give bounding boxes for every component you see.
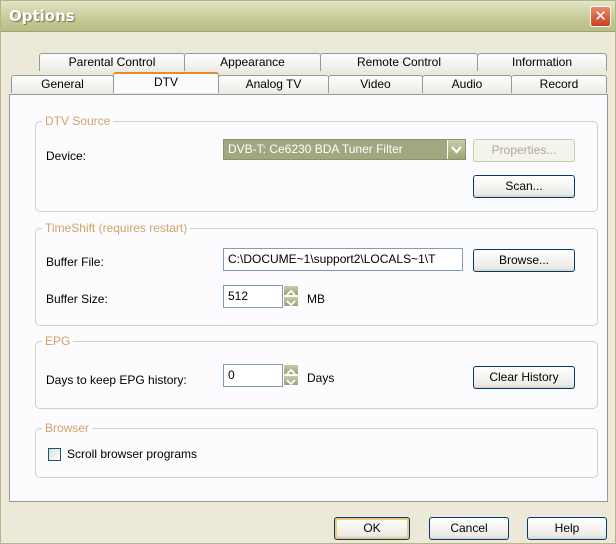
window-title: Options [9,7,75,25]
device-value: DVB-T: Ce6230 BDA Tuner Filter [228,142,403,156]
timeshift-legend: TimeShift (requires restart) [42,221,191,235]
spin-up-icon[interactable] [283,285,299,296]
epg-group: EPG Days to keep EPG history: 0 Days Cle… [35,334,598,409]
buffer-file-field[interactable]: C:\DOCUME~1\support2\LOCALS~1\T [223,248,463,271]
close-icon: ✕ [594,7,607,25]
epg-days-label: Days to keep EPG history: [46,373,187,387]
dtv-source-group: DTV Source Device: DVB-T: Ce6230 BDA Tun… [35,114,598,212]
timeshift-group: TimeShift (requires restart) Buffer File… [35,221,598,326]
scroll-browser-checkbox[interactable] [48,448,61,461]
buffer-file-label: Buffer File: [46,255,104,269]
dtv-tab-panel: DTV Source Device: DVB-T: Ce6230 BDA Tun… [9,94,608,502]
tab-remote-control[interactable]: Remote Control [320,53,478,71]
dtv-source-legend: DTV Source [42,114,114,128]
epg-days-field[interactable]: 0 [223,364,283,387]
tab-video[interactable]: Video [328,75,423,93]
tab-audio[interactable]: Audio [422,75,512,93]
browser-legend: Browser [42,421,93,435]
tab-appearance[interactable]: Appearance [184,53,321,71]
tab-dtv[interactable]: DTV [113,72,219,93]
browse-button[interactable]: Browse... [473,249,575,272]
close-button[interactable]: ✕ [590,6,611,27]
device-select[interactable]: DVB-T: Ce6230 BDA Tuner Filter [223,139,466,160]
scan-button[interactable]: Scan... [473,175,575,198]
tab-parental-control[interactable]: Parental Control [39,53,185,71]
epg-days-stepper[interactable] [283,364,299,387]
help-button[interactable]: Help [527,517,607,540]
scroll-browser-label[interactable]: Scroll browser programs [67,447,197,461]
epg-legend: EPG [42,334,74,348]
clear-history-button[interactable]: Clear History [473,366,575,389]
browser-group: Browser Scroll browser programs [35,421,598,478]
tab-record[interactable]: Record [511,75,607,93]
spin-up-icon[interactable] [283,364,299,375]
buffer-size-field[interactable]: 512 [223,285,283,308]
spin-down-icon[interactable] [283,296,299,307]
tab-information[interactable]: Information [477,53,607,71]
epg-days-unit: Days [307,371,335,385]
properties-button[interactable]: Properties... [473,139,575,162]
device-label: Device: [46,149,87,163]
cancel-button[interactable]: Cancel [429,517,509,540]
ok-button[interactable]: OK [334,517,410,540]
buffer-size-stepper[interactable] [283,285,299,308]
title-bar[interactable]: Options ✕ [1,1,615,32]
spin-down-icon[interactable] [283,375,299,386]
options-dialog: Options ✕ Parental Control Appearance Re… [0,0,616,544]
buffer-size-label: Buffer Size: [46,292,108,306]
tab-analog-tv[interactable]: Analog TV [218,75,329,93]
tab-general[interactable]: General [11,75,114,93]
buffer-size-unit: MB [307,292,325,306]
chevron-down-icon[interactable] [447,140,465,159]
